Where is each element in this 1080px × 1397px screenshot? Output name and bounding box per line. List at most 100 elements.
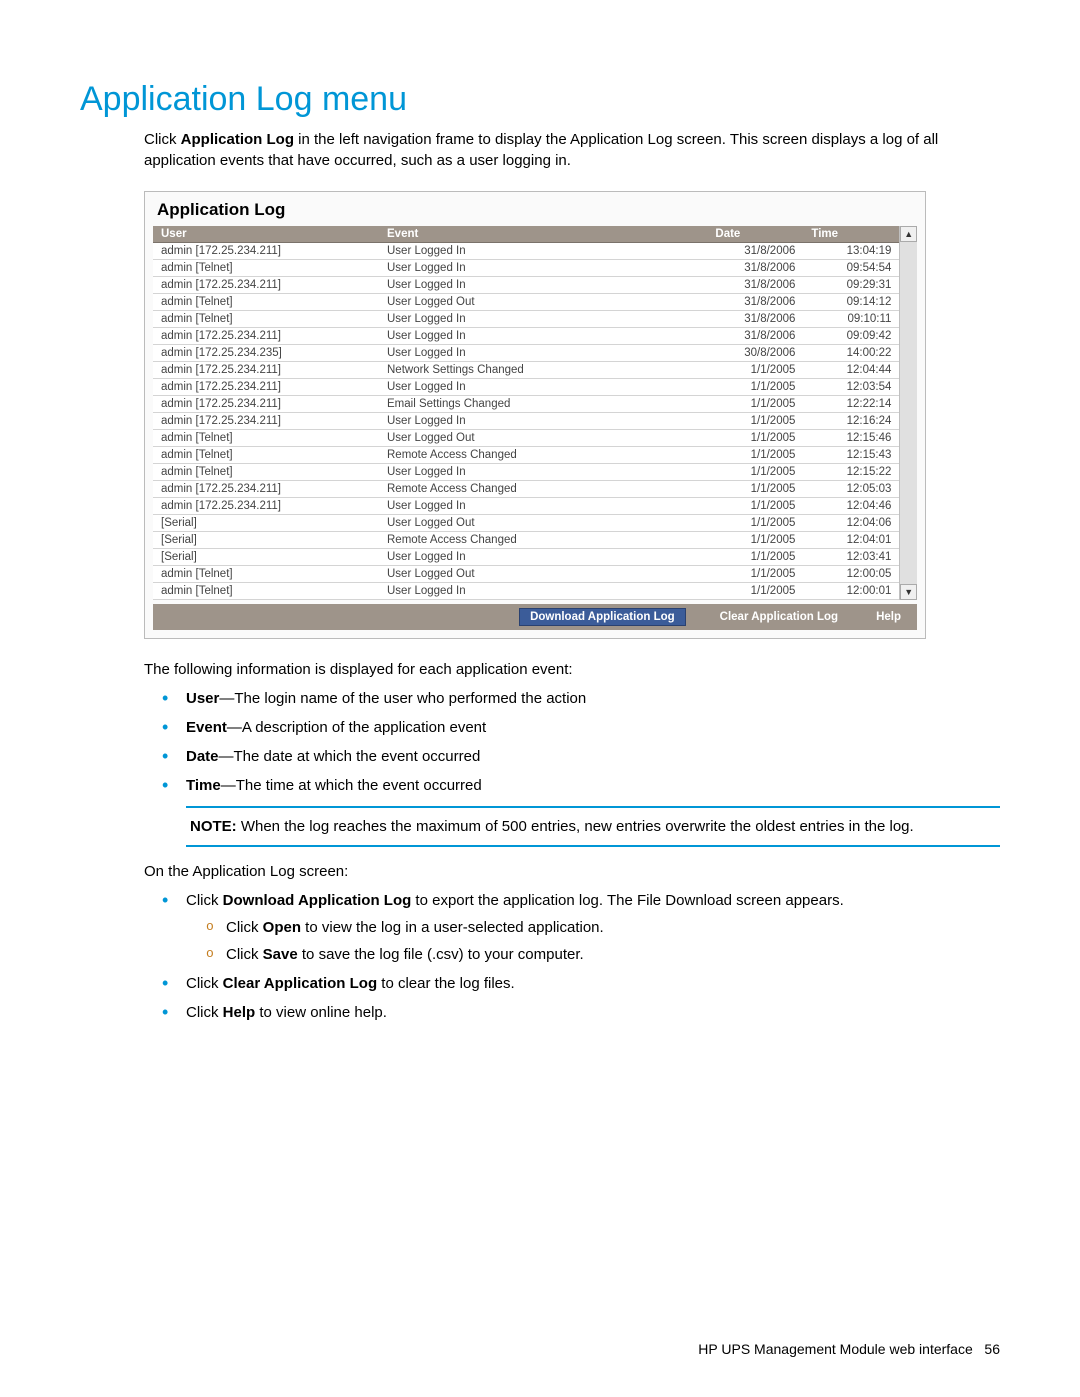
- cell-date: 1/1/2005: [707, 413, 803, 430]
- actions-list: Click Download Application Log to export…: [144, 890, 1000, 1023]
- panel-title: Application Log: [145, 192, 925, 226]
- cell-time: 12:05:03: [803, 481, 899, 498]
- field-desc: —The time at which the event occurred: [221, 777, 482, 794]
- cell-user: admin [172.25.234.211]: [153, 481, 379, 498]
- bold: Save: [263, 946, 298, 963]
- cell-date: 31/8/2006: [707, 311, 803, 328]
- col-event-header[interactable]: Event: [379, 226, 707, 243]
- table-row[interactable]: admin [Telnet]User Logged In1/1/200512:1…: [153, 464, 899, 481]
- cell-user: [Serial]: [153, 515, 379, 532]
- description-lead: The following information is displayed f…: [144, 659, 1000, 680]
- help-button[interactable]: Help: [872, 609, 905, 625]
- cell-date: 1/1/2005: [707, 515, 803, 532]
- table-row[interactable]: admin [172.25.234.211]Email Settings Cha…: [153, 396, 899, 413]
- table-row[interactable]: admin [172.25.234.211]User Logged In31/8…: [153, 277, 899, 294]
- text: to export the application log. The File …: [411, 892, 843, 909]
- scroll-down-icon[interactable]: ▼: [900, 584, 917, 600]
- table-row[interactable]: admin [172.25.234.211]Remote Access Chan…: [153, 481, 899, 498]
- table-row[interactable]: admin [172.25.234.211]User Logged In1/1/…: [153, 498, 899, 515]
- cell-time: 12:04:44: [803, 362, 899, 379]
- table-row[interactable]: admin [Telnet]User Logged In1/1/200512:0…: [153, 583, 899, 600]
- list-item: Click Save to save the log file (.csv) t…: [226, 944, 1000, 965]
- cell-time: 12:15:43: [803, 447, 899, 464]
- cell-user: admin [Telnet]: [153, 260, 379, 277]
- cell-user: admin [172.25.234.211]: [153, 328, 379, 345]
- cell-event: User Logged Out: [379, 294, 707, 311]
- cell-date: 1/1/2005: [707, 464, 803, 481]
- table-row[interactable]: admin [172.25.234.211]User Logged In1/1/…: [153, 379, 899, 396]
- fields-list: User—The login name of the user who perf…: [144, 688, 1000, 796]
- list-item: Click Open to view the log in a user-sel…: [226, 917, 1000, 938]
- cell-time: 09:09:42: [803, 328, 899, 345]
- table-row[interactable]: [Serial]Remote Access Changed1/1/200512:…: [153, 532, 899, 549]
- page-footer: HP UPS Management Module web interface 5…: [698, 1341, 1000, 1357]
- intro-bold: Application Log: [181, 131, 294, 148]
- table-row[interactable]: admin [Telnet]Remote Access Changed1/1/2…: [153, 447, 899, 464]
- text: Click: [226, 919, 263, 936]
- cell-time: 12:03:41: [803, 549, 899, 566]
- table-row[interactable]: admin [172.25.234.235]User Logged In30/8…: [153, 345, 899, 362]
- col-user-header[interactable]: User: [153, 226, 379, 243]
- text: to clear the log files.: [377, 975, 515, 992]
- log-scrollbar[interactable]: ▲ ▼: [899, 226, 917, 600]
- cell-time: 12:22:14: [803, 396, 899, 413]
- list-item: Click Clear Application Log to clear the…: [186, 973, 1000, 994]
- cell-date: 1/1/2005: [707, 566, 803, 583]
- table-row[interactable]: admin [172.25.234.211]Network Settings C…: [153, 362, 899, 379]
- bold: Open: [263, 919, 301, 936]
- table-row[interactable]: admin [Telnet]User Logged In31/8/200609:…: [153, 260, 899, 277]
- cell-time: 09:10:11: [803, 311, 899, 328]
- download-application-log-button[interactable]: Download Application Log: [519, 608, 686, 626]
- note-label: NOTE:: [190, 818, 237, 835]
- scroll-up-icon[interactable]: ▲: [900, 226, 917, 242]
- cell-user: admin [172.25.234.235]: [153, 345, 379, 362]
- cell-user: admin [Telnet]: [153, 294, 379, 311]
- cell-date: 31/8/2006: [707, 260, 803, 277]
- cell-event: Email Settings Changed: [379, 396, 707, 413]
- table-row[interactable]: admin [Telnet]User Logged Out31/8/200609…: [153, 294, 899, 311]
- table-row[interactable]: admin [172.25.234.211]User Logged In31/8…: [153, 328, 899, 345]
- field-name: Date: [186, 748, 219, 765]
- cell-user: admin [Telnet]: [153, 566, 379, 583]
- cell-user: admin [Telnet]: [153, 311, 379, 328]
- bold: Download Application Log: [223, 892, 412, 909]
- cell-user: admin [Telnet]: [153, 464, 379, 481]
- list-item: Date—The date at which the event occurre…: [186, 746, 1000, 767]
- cell-time: 09:54:54: [803, 260, 899, 277]
- field-name: Time: [186, 777, 221, 794]
- cell-event: User Logged In: [379, 328, 707, 345]
- text: to view the log in a user-selected appli…: [301, 919, 604, 936]
- table-row[interactable]: [Serial]User Logged In1/1/200512:03:41: [153, 549, 899, 566]
- cell-user: admin [172.25.234.211]: [153, 362, 379, 379]
- list-item: Click Help to view online help.: [186, 1002, 1000, 1023]
- table-row[interactable]: [Serial]User Logged Out1/1/200512:04:06: [153, 515, 899, 532]
- sub-list: Click Open to view the log in a user-sel…: [206, 917, 1000, 965]
- cell-time: 09:14:12: [803, 294, 899, 311]
- cell-user: admin [172.25.234.211]: [153, 379, 379, 396]
- col-time-header[interactable]: Time: [803, 226, 899, 243]
- table-row[interactable]: admin [172.25.234.211]User Logged In1/1/…: [153, 413, 899, 430]
- cell-user: admin [Telnet]: [153, 447, 379, 464]
- table-row[interactable]: admin [172.25.234.211]User Logged In31/8…: [153, 243, 899, 260]
- cell-user: admin [Telnet]: [153, 430, 379, 447]
- text: Click: [186, 892, 223, 909]
- cell-date: 1/1/2005: [707, 362, 803, 379]
- field-desc: —The login name of the user who performe…: [219, 690, 586, 707]
- cell-time: 12:04:46: [803, 498, 899, 515]
- cell-date: 1/1/2005: [707, 379, 803, 396]
- cell-time: 12:15:46: [803, 430, 899, 447]
- table-row[interactable]: admin [Telnet]User Logged In31/8/200609:…: [153, 311, 899, 328]
- table-row[interactable]: admin [Telnet]User Logged Out1/1/200512:…: [153, 566, 899, 583]
- table-row[interactable]: admin [Telnet]User Logged Out1/1/200512:…: [153, 430, 899, 447]
- text: Click: [186, 1004, 223, 1021]
- cell-date: 1/1/2005: [707, 498, 803, 515]
- cell-user: admin [172.25.234.211]: [153, 413, 379, 430]
- clear-application-log-button[interactable]: Clear Application Log: [716, 609, 842, 625]
- cell-event: User Logged Out: [379, 515, 707, 532]
- scroll-track[interactable]: [900, 242, 917, 584]
- cell-event: User Logged In: [379, 464, 707, 481]
- cell-event: User Logged In: [379, 311, 707, 328]
- col-date-header[interactable]: Date: [707, 226, 803, 243]
- text: to view online help.: [255, 1004, 387, 1021]
- cell-event: User Logged In: [379, 345, 707, 362]
